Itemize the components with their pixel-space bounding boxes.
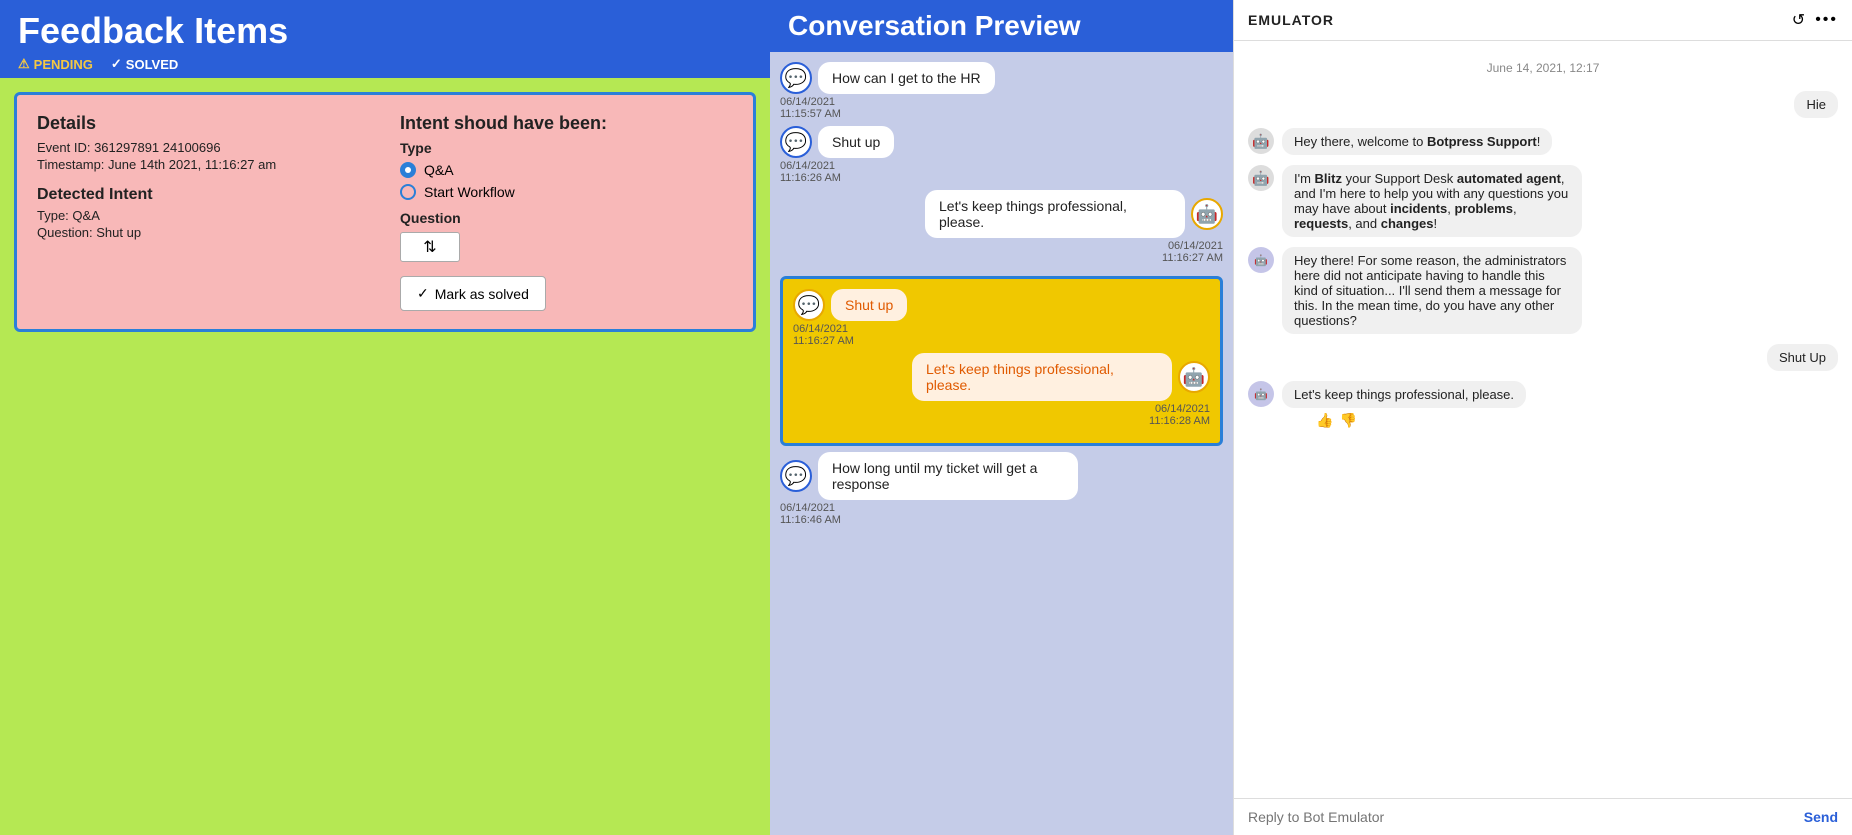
question-dropdown[interactable]: ⇅ (400, 232, 460, 262)
list-item: Let's keep things professional, please. … (780, 190, 1223, 264)
left-panel: Feedback Items ⚠ PENDING ✓ SOLVED Detail… (0, 0, 770, 835)
list-item: 🤖 Let's keep things professional, please… (1248, 381, 1838, 429)
emulator-title: EMULATOR (1248, 12, 1334, 28)
user-bubble-highlighted: Shut up (831, 289, 907, 321)
dropdown-arrows-icon: ⇅ (423, 237, 436, 257)
message-timestamp: 06/14/202111:16:46 AM (780, 502, 841, 526)
tab-pending[interactable]: ⚠ PENDING (18, 56, 93, 72)
left-tabs: ⚠ PENDING ✓ SOLVED (18, 56, 752, 72)
bot-message: Hey there! For some reason, the administ… (1282, 247, 1582, 334)
bubble-row: Let's keep things professional, please. … (925, 190, 1223, 238)
left-header: Feedback Items ⚠ PENDING ✓ SOLVED (0, 0, 770, 78)
chat-input-area: Send (1234, 798, 1852, 835)
bubble-row: 💬 How can I get to the HR (780, 62, 995, 94)
intent-form-title: Intent shoud have been: (400, 113, 733, 134)
reply-input[interactable] (1248, 809, 1796, 825)
list-item: 💬 Shut up 06/14/202111:16:26 AM (780, 126, 1223, 184)
bot-chat-icon-highlighted: 🤖 (1178, 361, 1210, 393)
bot-message: Hey there, welcome to Botpress Support! (1282, 128, 1552, 155)
list-item: 🤖 Hey there! For some reason, the admini… (1248, 247, 1838, 334)
question-label: Question (400, 210, 733, 226)
bubble-row: 💬 Shut up (793, 289, 907, 321)
message-timestamp: 06/14/202111:16:28 AM (1149, 403, 1210, 427)
warning-icon: ⚠ (18, 56, 30, 72)
list-item: 💬 How can I get to the HR 06/14/202111:1… (780, 62, 1223, 120)
user-chat-icon-highlighted: 💬 (793, 289, 825, 321)
bot-bubble-highlighted: Let's keep things professional, please. (912, 353, 1172, 401)
bubble-row: Let's keep things professional, please. … (912, 353, 1210, 401)
list-item: Shut Up (1767, 344, 1838, 371)
conversation-list[interactable]: 💬 How can I get to the HR 06/14/202111:1… (770, 52, 1233, 835)
list-item: 🤖 Hey there, welcome to Botpress Support… (1248, 128, 1838, 155)
user-chat-icon: 💬 (780, 62, 812, 94)
message-timestamp: 06/14/202111:16:26 AM (780, 160, 841, 184)
feedback-thumbs: 👍 👎 (1316, 412, 1526, 429)
bot-message: I'm Blitz your Support Desk automated ag… (1282, 165, 1582, 237)
user-bubble: How long until my ticket will get a resp… (818, 452, 1078, 500)
list-item: 💬 Shut up 06/14/202111:16:27 AM (793, 289, 1210, 347)
refresh-icon[interactable]: ↺ (1792, 10, 1805, 30)
bot-avatar: 🤖 (1248, 128, 1274, 154)
conversation-preview-title: Conversation Preview (788, 10, 1215, 42)
right-panel: EMULATOR ↺ ••• June 14, 2021, 12:17 Hie … (1233, 0, 1852, 835)
radio-workflow[interactable]: Start Workflow (400, 184, 733, 200)
radio-qa-circle[interactable] (400, 162, 416, 178)
radio-group: Q&A Start Workflow (400, 162, 733, 200)
page-title: Feedback Items (18, 10, 752, 52)
more-options-icon[interactable]: ••• (1815, 11, 1838, 29)
event-id: Event ID: 361297891 24100696 (37, 140, 370, 155)
user-chat-icon: 💬 (780, 126, 812, 158)
emulator-header: EMULATOR ↺ ••• (1234, 0, 1852, 41)
mark-solved-button[interactable]: ✓ Mark as solved (400, 276, 546, 311)
bubble-row: 💬 How long until my ticket will get a re… (780, 452, 1078, 500)
radio-workflow-circle[interactable] (400, 184, 416, 200)
message-timestamp: 06/14/202111:15:57 AM (780, 96, 841, 120)
send-button[interactable]: Send (1804, 809, 1838, 825)
thumbs-up-button[interactable]: 👍 (1316, 412, 1333, 429)
bot-chat-icon: 🤖 (1191, 198, 1223, 230)
list-item: Hie (1794, 91, 1838, 118)
detected-question: Question: Shut up (37, 225, 370, 240)
bubble-row: 💬 Shut up (780, 126, 894, 158)
bot-avatar: 🤖 (1248, 381, 1274, 407)
user-bubble: Shut up (818, 126, 894, 158)
chat-messages[interactable]: June 14, 2021, 12:17 Hie 🤖 Hey there, we… (1234, 41, 1852, 798)
bot-message: Let's keep things professional, please. (1282, 381, 1526, 408)
list-item: 💬 How long until my ticket will get a re… (780, 452, 1223, 526)
details-section: Details Event ID: 361297891 24100696 Tim… (37, 113, 370, 311)
tab-solved[interactable]: ✓ SOLVED (111, 56, 178, 72)
feedback-card: Details Event ID: 361297891 24100696 Tim… (14, 92, 756, 332)
message-timestamp: 06/14/202111:16:27 AM (793, 323, 854, 347)
list-item: 🤖 I'm Blitz your Support Desk automated … (1248, 165, 1838, 237)
list-item: Let's keep things professional, please. … (793, 353, 1210, 427)
thumbs-down-button[interactable]: 👎 (1339, 412, 1356, 429)
message-timestamp: 06/14/202111:16:27 AM (1162, 240, 1223, 264)
chat-date: June 14, 2021, 12:17 (1248, 61, 1838, 75)
detected-intent-title: Detected Intent (37, 186, 370, 204)
header-icons: ↺ ••• (1792, 10, 1838, 30)
middle-panel: Conversation Preview 💬 How can I get to … (770, 0, 1233, 835)
type-label: Type (400, 140, 733, 156)
timestamp: Timestamp: June 14th 2021, 11:16:27 am (37, 157, 370, 172)
bot-bubble: Let's keep things professional, please. (925, 190, 1185, 238)
user-bubble: How can I get to the HR (818, 62, 995, 94)
intent-form: Intent shoud have been: Type Q&A Start W… (400, 113, 733, 311)
highlighted-conversation-section: 💬 Shut up 06/14/202111:16:27 AM Let's ke… (780, 276, 1223, 446)
bot-avatar: 🤖 (1248, 247, 1274, 273)
radio-qa[interactable]: Q&A (400, 162, 733, 178)
check-icon: ✓ (111, 56, 122, 72)
details-title: Details (37, 113, 370, 134)
detected-type: Type: Q&A (37, 208, 370, 223)
middle-header: Conversation Preview (770, 0, 1233, 52)
user-chat-icon: 💬 (780, 460, 812, 492)
bot-avatar: 🤖 (1248, 165, 1274, 191)
check-mark-icon: ✓ (417, 285, 429, 302)
